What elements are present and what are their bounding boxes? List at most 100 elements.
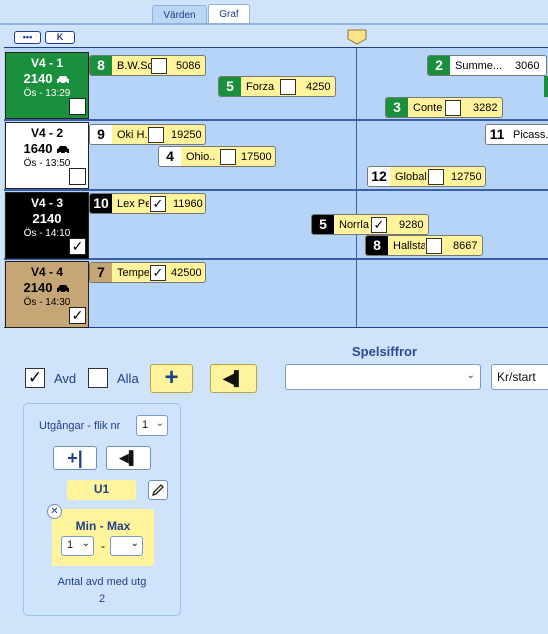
horse-chip[interactable]: 10 Lex Pe ✓ 11960 <box>89 193 206 214</box>
horse-value: 8667 <box>453 240 478 252</box>
horse-checkbox[interactable] <box>426 238 442 254</box>
horse-chip[interactable]: 7 Tempe ✓ 42500 <box>89 262 206 283</box>
horse-chip[interactable]: 4 Ohio.. 17500 <box>158 146 276 167</box>
race-card-3[interactable]: V4 - 3 2140 Ös - 14:10 ✓ <box>5 192 89 259</box>
race-distance: 2140 <box>23 280 53 295</box>
horse-name: Oki H.. <box>117 129 151 141</box>
horse-checkbox[interactable] <box>220 149 236 165</box>
marker-icon[interactable] <box>347 29 367 45</box>
horse-name: Picass... <box>513 129 548 141</box>
min-select[interactable]: 1 ⌄ <box>61 536 94 556</box>
horse-number: 12 <box>368 167 390 186</box>
car-icon <box>57 146 70 154</box>
horse-chip[interactable]: 11 Picass... <box>485 124 548 145</box>
horse-chip[interactable]: 5 Norrla ✓ 9280 <box>311 214 429 235</box>
outputs-title: Utgångar - flik nr <box>39 420 121 432</box>
minmax-separator: - <box>101 539 105 553</box>
chevron-down-icon: ⌄ <box>81 538 90 549</box>
horse-name: Tempe <box>117 267 149 279</box>
game-select[interactable]: ⌄ <box>285 364 481 390</box>
horse-chip[interactable]: 12 Global 12750 <box>367 166 486 187</box>
horse-name: Summe... <box>455 60 503 72</box>
race-distance: 1640 <box>23 141 53 156</box>
horse-checkbox[interactable] <box>280 79 296 95</box>
car-icon <box>57 76 70 84</box>
count-label: Antal avd med utg <box>57 576 147 588</box>
horse-number: 7 <box>90 263 112 282</box>
race-checkbox[interactable]: ✓ <box>69 238 86 255</box>
center-line <box>356 48 357 327</box>
horse-number: 4 <box>159 147 181 166</box>
graph-toolbar: ••• K <box>4 25 548 47</box>
avd-checkbox[interactable]: ✓ <box>25 368 45 388</box>
horse-checkbox[interactable]: ✓ <box>371 217 387 233</box>
close-button[interactable]: ✕ <box>47 504 62 519</box>
race-checkbox[interactable]: ✓ <box>69 307 86 324</box>
race-card-1[interactable]: V4 - 1 2140 Ös - 13:29 <box>5 52 89 119</box>
minmax-label: Min - Max <box>75 519 131 533</box>
tab-number-select[interactable]: 1 ⌄ <box>136 415 168 436</box>
back-output-button[interactable]: ◀▌ <box>106 446 151 470</box>
race-card-2[interactable]: V4 - 2 1640 Ös - 13:50 <box>5 122 89 189</box>
horse-chip[interactable]: 8 Hallsta 8667 <box>365 235 483 256</box>
checkmark-icon: ✓ <box>152 265 164 280</box>
horse-checkbox[interactable] <box>148 127 164 143</box>
chevron-down-icon: ⌄ <box>155 418 164 429</box>
horse-chip[interactable]: 8 B.W.Sc 5086 <box>89 55 206 76</box>
count-value: 2 <box>98 593 106 605</box>
row-divider <box>4 189 548 191</box>
race-card-4[interactable]: V4 - 4 2140 Ös - 14:30 ✓ <box>5 261 89 328</box>
minmax-box: Min - Max 1 ⌄ - ⌄ <box>52 509 154 566</box>
horse-number: 3 <box>386 98 408 117</box>
add-output-button[interactable]: +| <box>53 446 97 470</box>
edit-button[interactable] <box>148 480 168 500</box>
unit-select[interactable]: Kr/start <box>491 364 548 390</box>
plus-button[interactable]: + <box>150 364 193 393</box>
race-checkbox[interactable] <box>69 168 86 185</box>
horse-checkbox[interactable]: ✓ <box>150 196 166 212</box>
max-select[interactable]: ⌄ <box>110 536 143 556</box>
horse-chip[interactable]: 2 Summe... 3060 <box>427 55 547 76</box>
alla-label: Alla <box>117 371 139 386</box>
car-icon <box>57 285 70 293</box>
race-distance: 2140 <box>23 71 53 86</box>
horse-chip[interactable]: 5 Forza 4250 <box>218 76 336 97</box>
tab-graf[interactable]: Graf <box>208 4 250 24</box>
spelsiffror-label: Spelsiffror <box>352 344 418 359</box>
chevron-down-icon: ⌄ <box>130 538 139 549</box>
horse-value: 3060 <box>515 60 540 72</box>
horse-name: Conte <box>413 102 443 114</box>
horse-value: 3282 <box>473 102 498 114</box>
race-checkbox[interactable] <box>69 98 86 115</box>
horse-checkbox[interactable]: ✓ <box>150 265 166 281</box>
horse-number: 5 <box>312 215 334 234</box>
horse-chip[interactable]: 9 Oki H.. 19250 <box>89 124 206 145</box>
horse-name: Hallsta <box>393 240 425 252</box>
checkmark-icon: ✓ <box>152 196 164 211</box>
checkmark-icon: ✓ <box>71 238 84 254</box>
k-button[interactable]: K <box>45 31 75 44</box>
tab-varden[interactable]: Värden <box>152 5 207 24</box>
horse-value: 4250 <box>306 81 331 93</box>
race-name: V4 - 3 <box>30 196 63 210</box>
checkmark-icon: ✓ <box>373 217 385 232</box>
horse-value: 17500 <box>241 151 272 163</box>
horse-chip[interactable]: 3 Conte 3282 <box>385 97 503 118</box>
race-name: V4 - 2 <box>30 126 63 140</box>
outputs-panel: Utgångar - flik nr 1 ⌄ +| ◀▌ U1 Min - Ma… <box>23 403 181 616</box>
horse-value: 5086 <box>176 60 201 72</box>
horse-number: 2 <box>428 56 450 75</box>
horse-number: 11 <box>486 125 508 144</box>
horse-checkbox[interactable] <box>445 100 461 116</box>
chevron-down-icon: ⌄ <box>466 370 475 381</box>
horse-checkbox[interactable] <box>151 58 167 74</box>
more-button[interactable]: ••• <box>14 31 41 44</box>
min-value: 1 <box>67 539 74 551</box>
u1-button[interactable]: U1 <box>67 480 136 500</box>
horse-number: 5 <box>219 77 241 96</box>
alla-checkbox[interactable] <box>88 368 108 388</box>
horse-number: 8 <box>366 236 388 255</box>
horse-checkbox[interactable] <box>428 169 444 185</box>
horse-number: 9 <box>90 125 112 144</box>
play-back-button[interactable]: ◀▌ <box>210 364 257 393</box>
